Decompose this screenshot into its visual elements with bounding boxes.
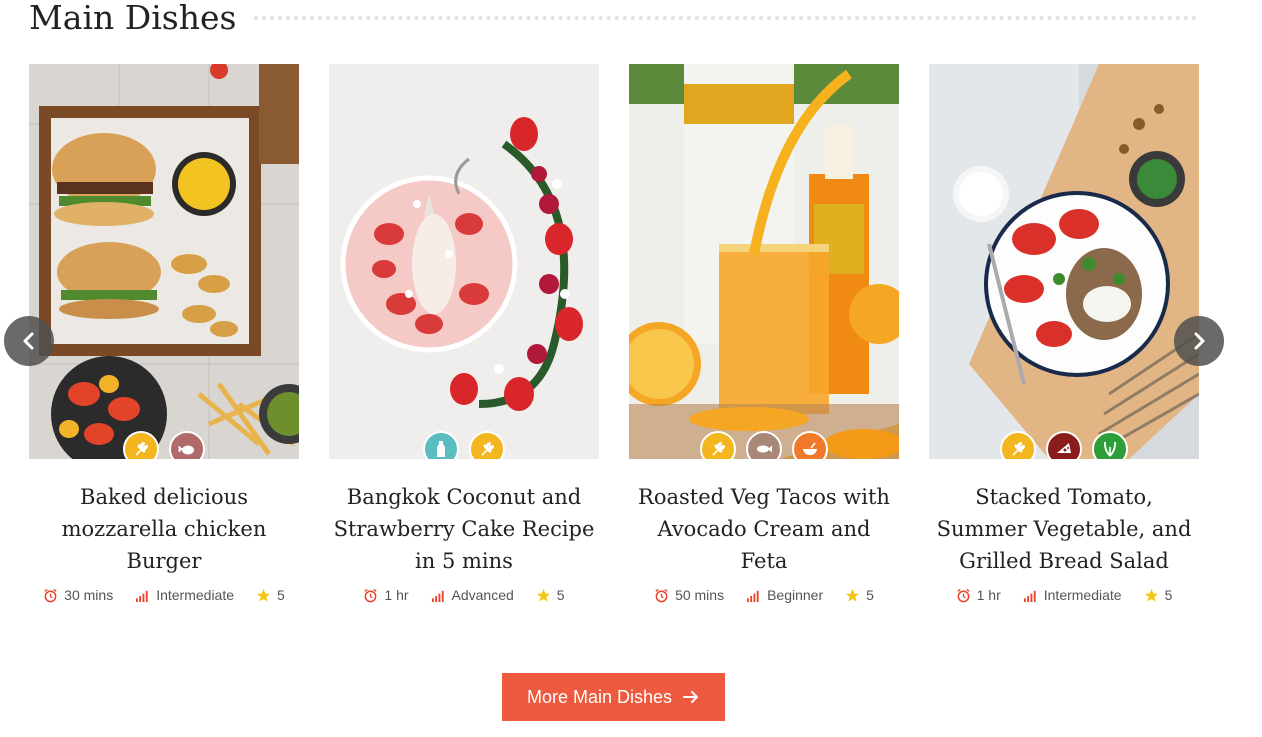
diet-badges xyxy=(329,431,599,459)
arrow-right-icon xyxy=(683,691,699,703)
cook-time: 50 mins xyxy=(654,587,724,603)
recipe-image-tomato-salad[interactable] xyxy=(929,64,1199,459)
more-button-label: More Main Dishes xyxy=(526,686,673,707)
diet-badges xyxy=(629,431,899,459)
recipe-card[interactable]: Baked delicious mozzarella chicken Burge… xyxy=(29,64,299,603)
signal-bars-icon xyxy=(136,590,148,602)
alarm-clock-icon xyxy=(364,588,377,602)
recipe-title[interactable]: Stacked Tomato, Summer Vegetable, and Gr… xyxy=(929,481,1199,577)
signal-bars-icon xyxy=(431,590,444,602)
dotted-divider xyxy=(254,16,1197,20)
chicken-icon xyxy=(169,431,205,459)
recipe-title[interactable]: Roasted Veg Tacos with Avocado Cream and… xyxy=(629,481,899,577)
recipe-card[interactable]: Stacked Tomato, Summer Vegetable, and Gr… xyxy=(929,64,1199,603)
recipe-meta: 30 mins Intermediate 5 xyxy=(29,587,299,603)
star-icon xyxy=(256,588,271,602)
rating: 5 xyxy=(1144,587,1172,603)
wheat-icon xyxy=(123,431,159,459)
fish-icon xyxy=(746,431,782,459)
bowl-icon xyxy=(792,431,828,459)
star-icon xyxy=(1144,588,1158,602)
signal-bars-icon xyxy=(1023,590,1036,602)
rating: 5 xyxy=(536,587,565,603)
cook-time: 1 hr xyxy=(363,587,409,603)
chevron-left-icon xyxy=(23,332,34,350)
recipe-meta: 1 hr Intermediate 5 xyxy=(929,587,1199,603)
signal-bars-icon xyxy=(747,590,759,602)
strawberry-cake-photo xyxy=(329,64,599,459)
leaf-icon xyxy=(1092,431,1128,459)
more-main-dishes-button[interactable]: More Main Dishes xyxy=(502,673,725,721)
wheat-icon xyxy=(1000,431,1036,459)
difficulty: Intermediate xyxy=(135,587,234,603)
recipe-image-burger[interactable] xyxy=(29,64,299,459)
cheese-icon xyxy=(1046,431,1082,459)
section-header: Main Dishes xyxy=(29,0,1197,40)
difficulty: Beginner xyxy=(746,587,823,603)
wheat-icon xyxy=(469,431,505,459)
recipe-meta: 50 mins Beginner 5 xyxy=(629,587,899,603)
wheat-icon xyxy=(700,431,736,459)
cook-time: 1 hr xyxy=(956,587,1001,603)
recipe-image-strawberry-cake[interactable] xyxy=(329,64,599,459)
diet-badges xyxy=(929,431,1199,459)
carousel-next-button[interactable] xyxy=(1174,316,1224,366)
star-icon xyxy=(846,588,860,602)
burger-photo xyxy=(29,64,299,459)
tomato-salad-photo xyxy=(929,64,1199,459)
recipe-card[interactable]: Bangkok Coconut and Strawberry Cake Reci… xyxy=(329,64,599,603)
section-title: Main Dishes xyxy=(29,0,237,37)
alarm-clock-icon xyxy=(655,588,668,602)
carousel-prev-button[interactable] xyxy=(4,316,54,366)
recipe-card[interactable]: Roasted Veg Tacos with Avocado Cream and… xyxy=(629,64,899,603)
star-icon xyxy=(536,588,550,602)
rating: 5 xyxy=(845,587,874,603)
alarm-clock-icon xyxy=(44,588,57,602)
milk-bottle-icon xyxy=(423,431,459,459)
chevron-right-icon xyxy=(1194,332,1205,350)
cook-time: 30 mins xyxy=(43,587,113,603)
orange-juice-photo xyxy=(629,64,899,459)
difficulty: Intermediate xyxy=(1023,587,1122,603)
difficulty: Advanced xyxy=(431,587,514,603)
recipe-meta: 1 hr Advanced 5 xyxy=(329,587,599,603)
recipe-title[interactable]: Bangkok Coconut and Strawberry Cake Reci… xyxy=(329,481,599,577)
rating: 5 xyxy=(256,587,285,603)
alarm-clock-icon xyxy=(957,588,970,602)
recipe-image-orange-juice[interactable] xyxy=(629,64,899,459)
recipe-title[interactable]: Baked delicious mozzarella chicken Burge… xyxy=(29,481,299,577)
diet-badges xyxy=(29,431,299,459)
